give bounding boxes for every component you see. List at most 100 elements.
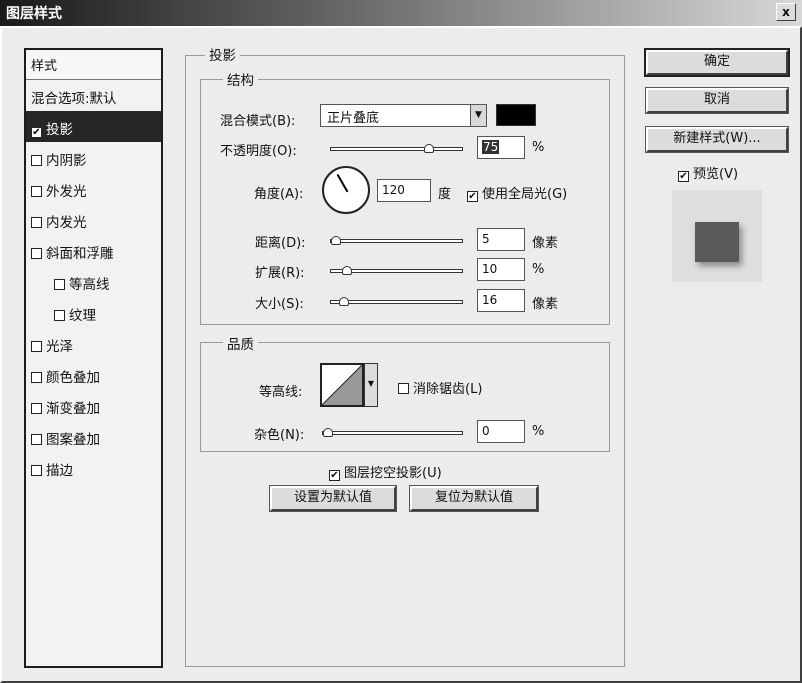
style-checkbox[interactable]: [31, 465, 42, 476]
new-style-button[interactable]: 新建样式(W)...: [645, 126, 789, 153]
anti-alias-checkbox[interactable]: [398, 383, 409, 394]
size-input[interactable]: 16: [477, 289, 525, 312]
spread-slider[interactable]: [330, 266, 463, 275]
style-list-item-label: 描边: [46, 463, 73, 479]
angle-unit: 度: [438, 187, 452, 202]
spread-input[interactable]: 10: [477, 258, 525, 281]
blend-mode-value: 正片叠底: [327, 111, 380, 126]
style-checkbox[interactable]: [31, 403, 42, 414]
preview-checkbox[interactable]: [678, 171, 689, 182]
anti-alias-label: 消除锯齿(L): [413, 382, 483, 397]
preview-label: 预览(V): [693, 167, 739, 182]
structure-title: 结构: [223, 69, 258, 89]
spread-unit: %: [532, 262, 545, 277]
style-checkbox[interactable]: [31, 372, 42, 383]
opacity-label: 不透明度(O):: [220, 144, 297, 159]
angle-dial[interactable]: [322, 166, 370, 214]
style-list-item[interactable]: 等高线: [26, 266, 161, 297]
opacity-unit: %: [532, 140, 545, 155]
make-default-button[interactable]: 设置为默认值: [269, 485, 397, 512]
noise-input[interactable]: 0: [477, 420, 525, 443]
distance-slider[interactable]: [330, 236, 463, 245]
noise-slider[interactable]: [322, 428, 463, 437]
style-list-item[interactable]: 投影: [26, 111, 161, 142]
contour-dropdown-button[interactable]: ▼: [364, 363, 378, 407]
contour-label: 等高线:: [259, 385, 303, 400]
knockout-checkbox[interactable]: [329, 470, 340, 481]
spread-slider-thumb[interactable]: [342, 266, 352, 275]
style-list-item-label: 光泽: [46, 339, 73, 355]
distance-input[interactable]: 5: [477, 228, 525, 251]
opacity-slider[interactable]: [330, 144, 463, 153]
size-slider[interactable]: [330, 297, 463, 306]
size-unit: 像素: [532, 297, 559, 312]
style-checkbox[interactable]: [31, 341, 42, 352]
quality-title: 品质: [223, 333, 258, 353]
spread-label: 扩展(R):: [255, 266, 305, 281]
noise-slider-thumb[interactable]: [323, 428, 333, 437]
style-checkbox[interactable]: [54, 279, 65, 290]
style-checkbox[interactable]: [31, 127, 42, 138]
ok-button[interactable]: 确定: [644, 48, 790, 77]
global-light-checkbox-wrap[interactable]: 使用全局光(G): [467, 183, 567, 202]
style-list-item[interactable]: 渐变叠加: [26, 390, 161, 421]
style-list-item[interactable]: 混合选项:默认: [26, 80, 161, 111]
style-list-header[interactable]: 样式: [26, 50, 161, 80]
contour-picker[interactable]: [320, 363, 364, 407]
global-light-checkbox[interactable]: [467, 191, 478, 202]
style-list-item[interactable]: 图案叠加: [26, 421, 161, 452]
distance-slider-thumb[interactable]: [331, 236, 341, 245]
style-list-item[interactable]: 斜面和浮雕: [26, 235, 161, 266]
style-list-item-label: 内发光: [46, 215, 87, 231]
cancel-button[interactable]: 取消: [645, 87, 789, 114]
blend-mode-select[interactable]: 正片叠底 ▼: [320, 104, 487, 127]
style-list-item-label: 外发光: [46, 184, 87, 200]
knockout-checkbox-wrap[interactable]: 图层挖空投影(U): [329, 462, 442, 481]
style-list-item[interactable]: 描边: [26, 452, 161, 483]
style-list-item[interactable]: 纹理: [26, 297, 161, 328]
style-checkbox[interactable]: [31, 155, 42, 166]
style-list-item-label: 混合选项:默认: [31, 91, 117, 107]
angle-needle-icon: [336, 174, 349, 193]
title-bar: 图层样式 x: [0, 0, 802, 26]
style-checkbox[interactable]: [31, 434, 42, 445]
opacity-input[interactable]: 75: [477, 136, 525, 159]
angle-input[interactable]: 120: [377, 179, 431, 202]
noise-label: 杂色(N):: [254, 428, 305, 443]
contour-curve-icon: [322, 365, 362, 405]
size-label: 大小(S):: [255, 297, 304, 312]
style-list-item-label: 等高线: [69, 277, 110, 293]
blend-mode-label: 混合模式(B):: [220, 114, 296, 129]
global-light-label: 使用全局光(G): [482, 187, 568, 202]
preview-shape: [695, 222, 739, 262]
opacity-slider-thumb[interactable]: [424, 144, 434, 153]
chevron-down-icon: ▼: [470, 105, 486, 126]
preview-checkbox-wrap[interactable]: 预览(V): [678, 163, 738, 182]
style-list-item[interactable]: 内发光: [26, 204, 161, 235]
shadow-color-swatch[interactable]: [496, 104, 536, 126]
style-list-item[interactable]: 外发光: [26, 173, 161, 204]
style-list-item-label: 渐变叠加: [46, 401, 100, 417]
noise-unit: %: [532, 424, 545, 439]
distance-label: 距离(D):: [255, 236, 306, 251]
style-list-item[interactable]: 颜色叠加: [26, 359, 161, 390]
style-list-item-label: 图案叠加: [46, 432, 100, 448]
style-list-item-label: 投影: [46, 122, 73, 138]
style-list-items: 混合选项:默认投影内阴影外发光内发光斜面和浮雕等高线纹理光泽颜色叠加渐变叠加图案…: [26, 80, 161, 483]
style-checkbox[interactable]: [54, 310, 65, 321]
reset-default-button[interactable]: 复位为默认值: [409, 485, 539, 512]
style-checkbox[interactable]: [31, 217, 42, 228]
style-list: 样式 混合选项:默认投影内阴影外发光内发光斜面和浮雕等高线纹理光泽颜色叠加渐变叠…: [24, 48, 163, 668]
anti-alias-checkbox-wrap[interactable]: 消除锯齿(L): [398, 378, 482, 397]
distance-unit: 像素: [532, 236, 559, 251]
window-title: 图层样式: [6, 6, 62, 22]
angle-label: 角度(A):: [254, 187, 304, 202]
style-checkbox[interactable]: [31, 186, 42, 197]
style-list-item[interactable]: 光泽: [26, 328, 161, 359]
preview-thumbnail: [672, 190, 762, 282]
style-checkbox[interactable]: [31, 248, 42, 259]
knockout-label: 图层挖空投影(U): [344, 466, 442, 481]
style-list-item[interactable]: 内阴影: [26, 142, 161, 173]
size-slider-thumb[interactable]: [339, 297, 349, 306]
close-button[interactable]: x: [776, 3, 796, 21]
